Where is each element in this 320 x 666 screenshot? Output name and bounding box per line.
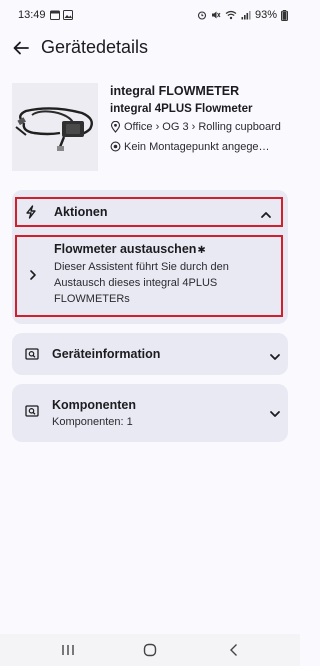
battery-level: 93% bbox=[254, 9, 277, 21]
arrow-left-icon bbox=[13, 41, 29, 55]
device-summary: integral FLOWMETER integral 4PLUS Flowme… bbox=[12, 80, 288, 172]
device-location-text: Office › OG 3 › Rolling cupboard bbox=[124, 121, 281, 133]
lightning-icon bbox=[24, 205, 38, 219]
action-title: Flowmeter austauschen✱ bbox=[54, 241, 206, 259]
actions-label: Aktionen bbox=[54, 205, 108, 219]
recent-apps-button[interactable] bbox=[60, 642, 76, 658]
back-button[interactable] bbox=[10, 37, 32, 59]
device-mount-text: Kein Montagepunkt angege… bbox=[124, 141, 270, 153]
nav-back-icon bbox=[230, 644, 237, 656]
alarm-icon bbox=[197, 11, 207, 20]
home-icon bbox=[143, 643, 157, 657]
bluetooth-icon: ✱ bbox=[197, 245, 206, 256]
mute-icon bbox=[211, 11, 221, 19]
calendar-icon bbox=[50, 10, 60, 20]
status-bar: 13:49 93% bbox=[0, 0, 300, 28]
chevron-right-icon bbox=[29, 268, 37, 286]
chevron-down-icon bbox=[269, 349, 281, 367]
search-card-icon bbox=[25, 347, 39, 361]
status-time: 13:49 bbox=[18, 9, 46, 21]
device-location: Office › OG 3 › Rolling cupboard bbox=[110, 119, 288, 138]
actions-header[interactable]: Aktionen bbox=[15, 197, 283, 227]
recent-apps-icon bbox=[62, 645, 74, 655]
components-label: Komponenten bbox=[52, 398, 137, 412]
location-pin-icon bbox=[110, 120, 124, 138]
signal-icon bbox=[241, 11, 251, 20]
system-nav-bar bbox=[0, 634, 300, 666]
device-name: integral FLOWMETER bbox=[110, 84, 240, 98]
search-card-icon bbox=[25, 404, 39, 418]
app-bar: Gerätedetails bbox=[0, 30, 300, 66]
nav-back-button[interactable] bbox=[226, 642, 242, 658]
replace-flowmeter-action[interactable]: Flowmeter austauschen✱ Dieser Assistent … bbox=[15, 235, 283, 317]
wifi-icon bbox=[225, 10, 237, 20]
components-count: Komponenten: 1 bbox=[52, 416, 133, 428]
home-button[interactable] bbox=[142, 642, 158, 658]
components-card[interactable]: Komponenten Komponenten: 1 bbox=[12, 384, 288, 442]
device-info-label: Geräteinformation bbox=[52, 347, 161, 361]
action-description: Dieser Assistent führt Sie durch den Aus… bbox=[54, 261, 229, 305]
actions-card: Aktionen Flowmeter austauschen✱ Dieser A… bbox=[12, 190, 288, 324]
device-image bbox=[12, 83, 98, 171]
battery-icon bbox=[281, 9, 288, 21]
action-title-text: Flowmeter austauschen bbox=[54, 242, 197, 256]
device-info-card[interactable]: Geräteinformation bbox=[12, 333, 288, 375]
gallery-icon bbox=[63, 10, 73, 20]
device-model: integral 4PLUS Flowmeter bbox=[110, 103, 253, 115]
page-title: Gerätedetails bbox=[41, 37, 149, 57]
device-mount-point: Kein Montagepunkt angege… bbox=[110, 139, 288, 157]
target-icon bbox=[110, 141, 124, 157]
chevron-down-icon bbox=[269, 406, 281, 424]
chevron-up-icon bbox=[260, 207, 272, 225]
